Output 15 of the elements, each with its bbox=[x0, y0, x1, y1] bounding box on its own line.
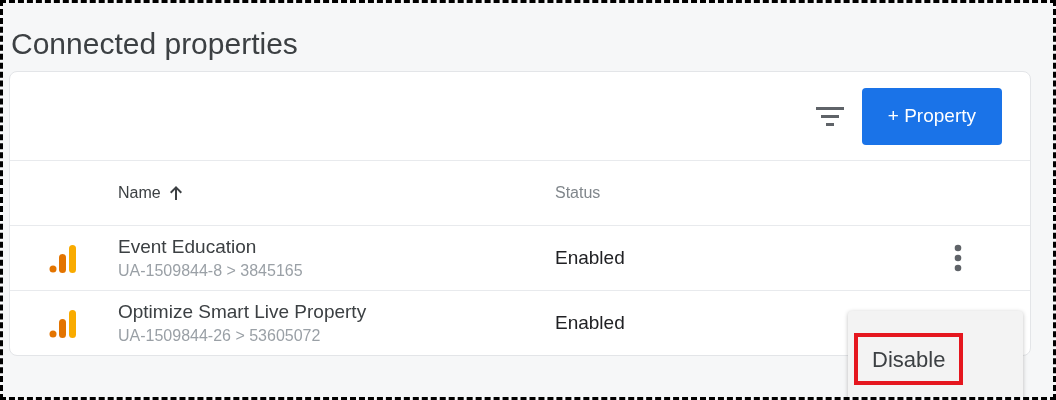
property-status: Enabled bbox=[555, 247, 626, 269]
column-header[interactable]: Name bbox=[118, 184, 183, 202]
arrow-up-icon bbox=[168, 185, 183, 201]
column-header[interactable]: Status bbox=[555, 184, 601, 202]
property-name: Event Education bbox=[118, 236, 258, 258]
add-property-button[interactable]: + Property bbox=[861, 87, 1002, 145]
menu-item[interactable]: Disable bbox=[854, 333, 964, 385]
bar-chart-icon bbox=[48, 242, 78, 274]
page-title: Connected properties bbox=[10, 26, 299, 62]
property-name: Optimize Smart Live Property bbox=[118, 301, 368, 323]
bar-chart-icon bbox=[48, 307, 78, 339]
property-id: UA-1509844-8 > 3845165 bbox=[118, 262, 304, 280]
property-id: UA-1509844-26 > 53605072 bbox=[118, 327, 322, 345]
filter-icon[interactable] bbox=[815, 106, 844, 126]
property-status: Enabled bbox=[555, 312, 626, 334]
